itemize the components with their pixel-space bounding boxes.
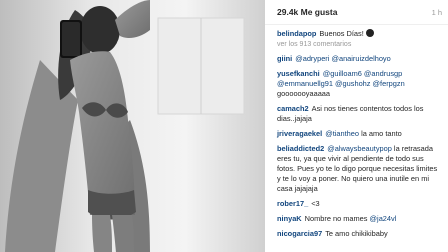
comment-text: gooooooyaaaaa [277,89,331,98]
comment-username[interactable]: giini [277,54,292,63]
view-all-comments-link[interactable]: ver los 913 comentarios [277,41,442,48]
post-photo[interactable] [0,0,265,252]
comments-list: belindapop Buenos Días! ver los 913 comen… [265,25,448,239]
comment: yusefkanchi @guilloam6 @andrusgp @emmanue… [277,69,442,99]
comment-username[interactable]: ninyaK [277,214,302,223]
comment-text: Te amo chikikibaby [325,229,388,238]
comment-text: <3 [311,199,320,208]
comment-mentions[interactable]: @tiantheo [325,129,359,138]
instagram-post-view: 29.4k Me gusta 1 h belindapop Buenos Días… [0,0,448,252]
likes-count[interactable]: 29.4k Me gusta [277,7,337,17]
comment-text: la amo tanto [361,129,402,138]
comment-username[interactable]: camach2 [277,104,309,113]
post-side-panel: 29.4k Me gusta 1 h belindapop Buenos Días… [265,0,448,252]
comment: giini @adryperi @anairuizdelhoyo [277,54,442,64]
comment-text: Nombre no mames [304,214,368,223]
sun-emoji-icon [365,29,374,37]
comment: nicogarcia97 Te amo chikikibaby [277,229,442,239]
comment-username[interactable]: beliaddicted2 [277,144,324,153]
caption: belindapop Buenos Días! [277,29,442,39]
comment-username[interactable]: yusefkanchi [277,69,320,78]
post-time[interactable]: 1 h [432,8,442,17]
post-meta: 29.4k Me gusta 1 h [265,0,448,25]
comment-mentions[interactable]: @adryperi @anairuizdelhoyo [295,54,391,63]
comment: ninyaK Nombre no mames @ja24vl [277,214,442,224]
comment: rober17_ <3 [277,199,442,209]
comment-mentions[interactable]: @ja24vl [370,214,397,223]
comment-username[interactable]: rober17_ [277,199,308,208]
comment-mentions[interactable]: @alwaysbeautypop [327,144,392,153]
caption-username[interactable]: belindapop [277,29,316,38]
comment-username[interactable]: jriveragaekel [277,129,322,138]
caption-text: Buenos Días! [319,29,364,38]
comment: camach2 Asi nos tienes contentos todos lo… [277,104,442,124]
comment: jriveragaekel @tiantheo la amo tanto [277,129,442,139]
comment-username[interactable]: nicogarcia97 [277,229,322,238]
post-photo-image [0,0,265,252]
comment: beliaddicted2 @alwaysbeautypop la retrasa… [277,144,442,194]
